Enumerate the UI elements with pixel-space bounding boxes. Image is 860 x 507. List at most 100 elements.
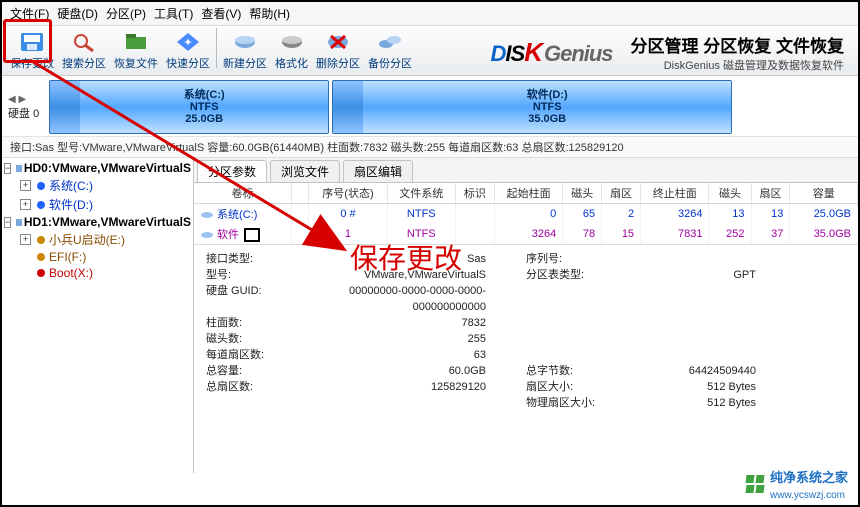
detail-row: 型号:VMware,VMwareVirtualS分区表类型:GPT bbox=[206, 267, 846, 283]
grid-column-header[interactable]: 标识 bbox=[455, 183, 494, 204]
grid-column-header[interactable]: 容量 bbox=[790, 183, 858, 204]
detail-row: 总扇区数:125829120扇区大小:512 Bytes bbox=[206, 379, 846, 395]
partition-grid-wrap: 卷标序号(状态)文件系统标识起始柱面磁头扇区终止柱面磁头扇区容量 系统(C:)0… bbox=[194, 183, 858, 245]
disk-info-bar: 接口:Sas 型号:VMware,VMwareVirtualS 容量:60.0G… bbox=[2, 137, 858, 158]
detail-row: 接口类型:Sas序列号: bbox=[206, 251, 846, 267]
quick-partition-icon: ✦ bbox=[174, 30, 202, 54]
watermark-icon bbox=[746, 475, 764, 493]
grid-column-header[interactable]: 扇区 bbox=[602, 183, 641, 204]
toolbar-label: 保存更改 bbox=[10, 55, 54, 71]
tab-1[interactable]: 浏览文件 bbox=[270, 160, 340, 182]
tree-partition-node[interactable]: + 软件(D:) bbox=[2, 195, 193, 214]
toolbar-label: 删除分区 bbox=[316, 55, 360, 71]
grid-column-header[interactable]: 序号(状态) bbox=[309, 183, 387, 204]
grid-column-header[interactable]: 磁头 bbox=[563, 183, 602, 204]
detail-row: 总容量:60.0GB总字节数:64424509440 bbox=[206, 363, 846, 379]
toolbar-separator bbox=[216, 28, 217, 68]
detail-row: 每道扇区数:63 bbox=[206, 347, 846, 363]
disk-nav[interactable]: ◀ ▶ 硬盘 0 bbox=[8, 94, 43, 121]
expand-toggle[interactable]: − bbox=[4, 217, 11, 228]
tree-label: 系统(C:) bbox=[49, 177, 93, 194]
edit-cursor bbox=[244, 228, 260, 242]
partition-dot-icon bbox=[37, 182, 45, 190]
partition-bar[interactable]: 软件(D:)NTFS35.0GB bbox=[332, 80, 732, 134]
table-row[interactable]: 软件 1NTFS3264781578312523735.0GB bbox=[194, 224, 858, 244]
toolbar-backup-partition[interactable]: 备份分区 bbox=[364, 28, 416, 73]
expand-toggle[interactable]: − bbox=[4, 163, 11, 174]
expand-toggle[interactable]: + bbox=[20, 199, 31, 210]
disk-icon bbox=[15, 216, 22, 228]
detail-row: 硬盘 GUID:00000000-0000-0000-0000-00000000… bbox=[206, 283, 846, 315]
disk-icon bbox=[15, 162, 22, 174]
toolbar-new-partition[interactable]: 新建分区 bbox=[219, 28, 271, 73]
expand-toggle[interactable]: + bbox=[20, 234, 31, 245]
tree-partition-node[interactable]: + 系统(C:) bbox=[2, 176, 193, 195]
tab-2[interactable]: 扇区编辑 bbox=[343, 160, 413, 182]
svg-text:✦: ✦ bbox=[183, 37, 192, 49]
menu-item[interactable]: 查看(V) bbox=[199, 4, 243, 23]
tree-label: 小兵U启动(E:) bbox=[49, 231, 125, 248]
menu-item[interactable]: 文件(F) bbox=[8, 4, 51, 23]
toolbar-label: 格式化 bbox=[275, 55, 308, 71]
disk-tree[interactable]: − HD0:VMware,VMwareVirtualS + 系统(C:) + 软件(D:)… bbox=[2, 158, 194, 473]
toolbar-delete-partition[interactable]: 删除分区 bbox=[312, 28, 364, 73]
detail-row: 柱面数:7832 bbox=[206, 315, 846, 331]
detail-row: 物理扇区大小:512 Bytes bbox=[206, 395, 846, 411]
tree-label: Boot(X:) bbox=[49, 266, 93, 280]
detail-row: 磁头数:255 bbox=[206, 331, 846, 347]
tab-strip: 分区参数浏览文件扇区编辑 bbox=[194, 158, 858, 183]
menu-bar: 文件(F)硬盘(D)分区(P)工具(T)查看(V)帮助(H) bbox=[2, 2, 858, 26]
grid-column-header[interactable]: 磁头 bbox=[709, 183, 751, 204]
toolbar-search-partition[interactable]: 搜索分区 bbox=[58, 28, 110, 73]
delete-partition-icon bbox=[324, 30, 352, 54]
partition-grid[interactable]: 卷标序号(状态)文件系统标识起始柱面磁头扇区终止柱面磁头扇区容量 系统(C:)0… bbox=[194, 183, 858, 244]
tree-label: HD1:VMware,VMwareVirtualS bbox=[24, 215, 191, 229]
partition-dot-icon bbox=[37, 201, 45, 209]
search-partition-icon bbox=[70, 30, 98, 54]
toolbar-label: 恢复文件 bbox=[114, 55, 158, 71]
menu-item[interactable]: 工具(T) bbox=[152, 4, 195, 23]
toolbar-save-changes[interactable]: 保存更改 bbox=[6, 28, 58, 73]
right-pane: 分区参数浏览文件扇区编辑 卷标序号(状态)文件系统标识起始柱面磁头扇区终止柱面磁… bbox=[194, 158, 858, 473]
branding: DISKGenius 分区管理 分区恢复 文件恢复 DiskGenius 磁盘管… bbox=[418, 32, 854, 73]
disk-details: 接口类型:Sas序列号:型号:VMware,VMwareVirtualS分区表类… bbox=[194, 245, 858, 417]
tab-0[interactable]: 分区参数 bbox=[197, 160, 267, 182]
toolbar-label: 搜索分区 bbox=[62, 55, 106, 71]
grid-column-header[interactable]: 扇区 bbox=[751, 183, 790, 204]
partition-bar[interactable]: 系统(C:)NTFS25.0GB bbox=[49, 80, 329, 134]
grid-column-header[interactable]: 文件系统 bbox=[387, 183, 455, 204]
expand-toggle[interactable]: + bbox=[20, 180, 31, 191]
disk-map: ◀ ▶ 硬盘 0 系统(C:)NTFS25.0GB软件(D:)NTFS35.0G… bbox=[2, 76, 858, 137]
partition-dot-icon bbox=[37, 269, 45, 277]
table-row[interactable]: 系统(C:)0 #NTFS06523264131325.0GB bbox=[194, 204, 858, 225]
tree-label: 软件(D:) bbox=[49, 196, 93, 213]
diskgenius-window: 文件(F)硬盘(D)分区(P)工具(T)查看(V)帮助(H) 保存更改搜索分区恢… bbox=[0, 0, 860, 507]
menu-item[interactable]: 硬盘(D) bbox=[55, 4, 100, 23]
grid-column-header[interactable]: 卷标 bbox=[194, 183, 291, 204]
tree-label: HD0:VMware,VMwareVirtualS bbox=[24, 161, 191, 175]
menu-item[interactable]: 帮助(H) bbox=[247, 4, 292, 23]
backup-partition-icon bbox=[376, 30, 404, 54]
volume-icon bbox=[200, 210, 214, 220]
grid-column-header[interactable]: 起始柱面 bbox=[494, 183, 562, 204]
toolbar-recover-files[interactable]: 恢复文件 bbox=[110, 28, 162, 73]
grid-column-header[interactable]: 终止柱面 bbox=[641, 183, 709, 204]
menu-item[interactable]: 分区(P) bbox=[104, 4, 148, 23]
toolbar-label: 快速分区 bbox=[166, 55, 210, 71]
brand-tagline: 分区管理 分区恢复 文件恢复 DiskGenius 磁盘管理及数据恢复软件 bbox=[631, 32, 844, 73]
toolbar-quick-partition[interactable]: ✦ 快速分区 bbox=[162, 28, 214, 73]
tree-disk-node[interactable]: − HD0:VMware,VMwareVirtualS bbox=[2, 160, 193, 176]
grid-column-header[interactable] bbox=[291, 183, 308, 204]
partition-dot-icon bbox=[37, 236, 45, 244]
tree-partition-node[interactable]: + 小兵U启动(E:) bbox=[2, 230, 193, 249]
partition-dot-icon bbox=[37, 253, 45, 261]
recover-files-icon bbox=[122, 30, 150, 54]
tree-partition-node[interactable]: EFI(F:) bbox=[2, 249, 193, 265]
toolbar-format[interactable]: 格式化 bbox=[271, 28, 312, 73]
volume-icon bbox=[200, 230, 214, 240]
watermark: 纯净系统之家 www.ycswzj.com bbox=[746, 467, 848, 501]
toolbar: 保存更改搜索分区恢复文件 ✦ 快速分区新建分区格式化删除分区备份分区 DISKGen… bbox=[2, 26, 858, 76]
tree-partition-node[interactable]: Boot(X:) bbox=[2, 265, 193, 281]
annotation-text: 保存更改 bbox=[350, 237, 462, 277]
tree-disk-node[interactable]: − HD1:VMware,VMwareVirtualS bbox=[2, 214, 193, 230]
